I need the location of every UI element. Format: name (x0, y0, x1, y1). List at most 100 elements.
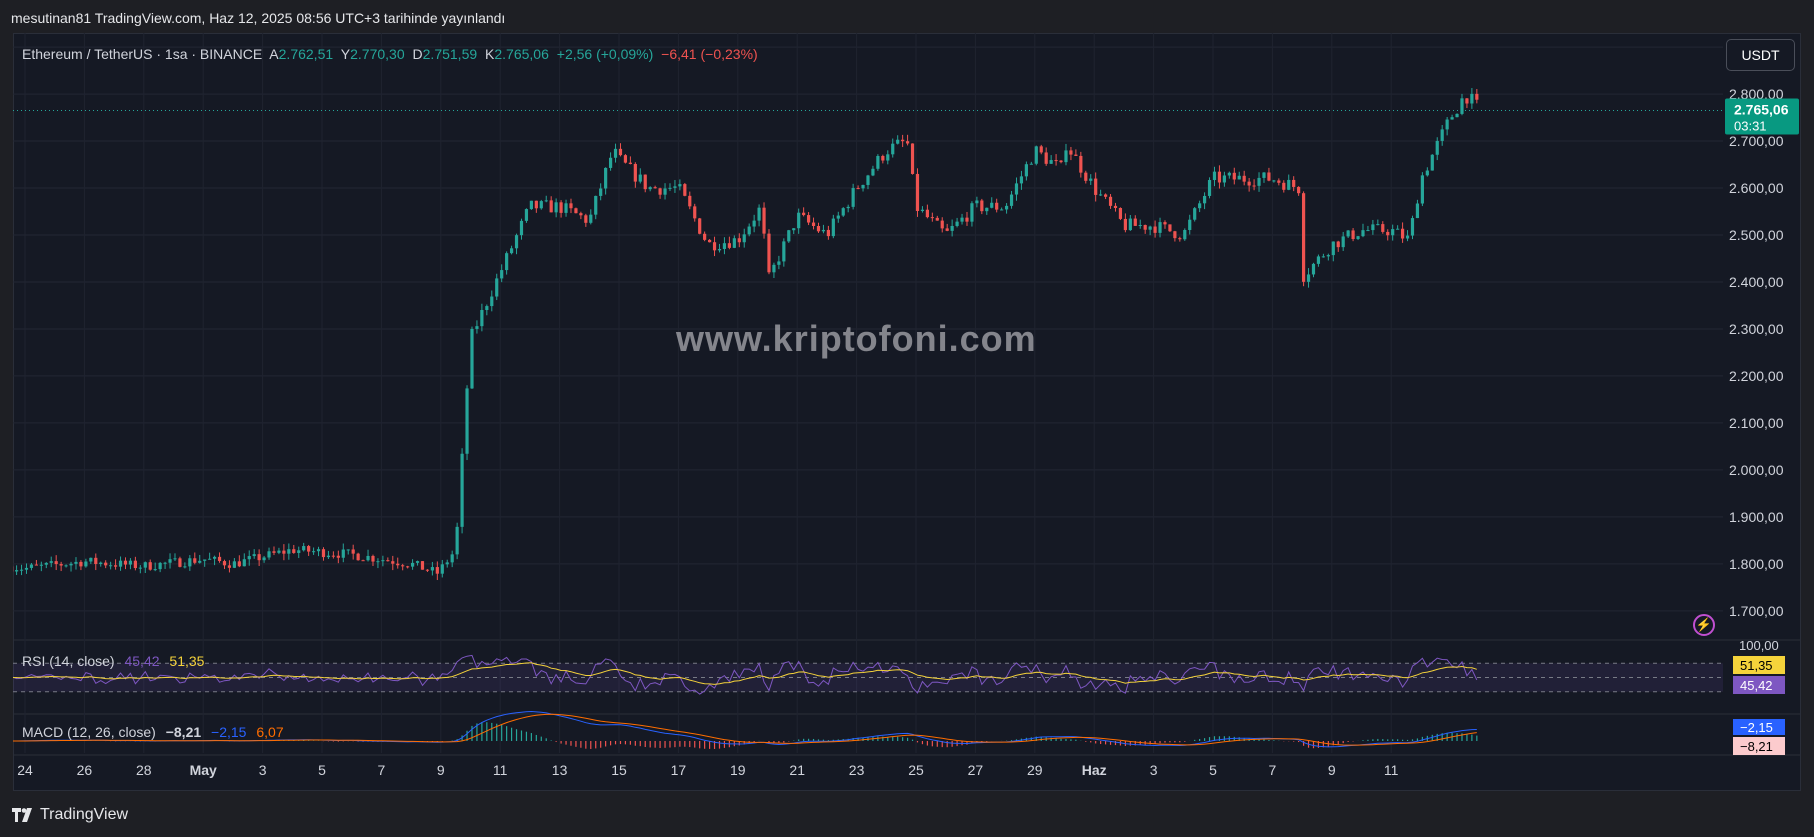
candle-body (480, 310, 484, 327)
candle-body (1133, 218, 1137, 226)
candle-body (534, 200, 538, 209)
candle-body (905, 141, 910, 144)
candle-body (955, 221, 959, 226)
candle-body (1079, 155, 1083, 173)
candle-body (371, 555, 375, 562)
macd-legend[interactable]: MACD (12, 26, close) −8,21 −2,15 6,07 (22, 724, 290, 740)
rsi-value: 45,42 (124, 653, 160, 669)
tradingview-logo[interactable]: TradingView (12, 806, 128, 824)
candle-body (797, 212, 801, 229)
x-tick-label: 11 (493, 762, 508, 778)
candle-body (806, 215, 811, 223)
y-tick-label: 2.200,00 (1729, 368, 1784, 384)
x-tick-label: 9 (437, 762, 445, 778)
candle-body (1460, 98, 1464, 114)
candle-body (1326, 255, 1330, 257)
candle-body (272, 551, 276, 553)
macd-title: MACD (12, 26, close) (22, 724, 156, 740)
x-tick-label: 27 (968, 762, 984, 778)
candle-body (1064, 150, 1068, 163)
candle-body (851, 188, 855, 207)
candle-body (445, 562, 449, 565)
candle-body (1118, 208, 1123, 219)
candle-body (401, 565, 405, 567)
candle-body (1000, 209, 1004, 211)
candle-body (143, 562, 147, 568)
macd-signal-tag-text: −2,15 (1740, 720, 1773, 735)
candle-body (1123, 218, 1127, 231)
candle-body (1143, 225, 1147, 230)
close-label: K (485, 46, 495, 62)
candle-body (336, 555, 340, 558)
symbol-title[interactable]: Ethereum / TetherUS · 1sa · BINANCE (22, 46, 262, 62)
lightning-icon[interactable]: ⚡ (1693, 614, 1715, 636)
y-tick-label: 1.700,00 (1729, 603, 1784, 619)
high-label: Y (340, 46, 351, 62)
candle-body (539, 201, 543, 209)
candle-body (1207, 180, 1212, 196)
candle-body (163, 562, 167, 564)
candle-body (509, 248, 514, 254)
candle-body (544, 200, 548, 202)
candle-body (831, 218, 835, 237)
candle-body (1282, 182, 1286, 190)
candle-body (193, 558, 197, 563)
candle-body (787, 230, 791, 242)
candle-body (1361, 230, 1365, 237)
candle-body (633, 163, 637, 182)
x-tick-label: 11 (1384, 762, 1399, 778)
candle-body (44, 562, 48, 565)
candle-body (396, 563, 400, 566)
x-tick-label: 19 (730, 762, 746, 778)
candle-body (529, 200, 533, 210)
candle-body (470, 328, 474, 389)
candle-body (717, 248, 722, 251)
candle-body (178, 558, 182, 567)
candle-body (69, 563, 73, 566)
y-tick-label: 1.900,00 (1729, 509, 1784, 525)
candle-body (1178, 238, 1182, 240)
candle-body (1247, 181, 1251, 186)
publish-line: mesutinan81 TradingView.com, Haz 12, 202… (11, 10, 506, 26)
candle-body (123, 560, 128, 565)
candle-body (1217, 171, 1222, 183)
candle-body (425, 569, 430, 571)
watermark: www.kriptofoni.com (676, 318, 1037, 359)
candle-body (618, 148, 623, 156)
candle-body (653, 187, 657, 189)
chart-svg[interactable]: 2.900,002.800,002.700,002.600,002.500,00… (13, 33, 1801, 791)
candle-body (727, 243, 731, 248)
candle-body (14, 570, 19, 572)
currency-button[interactable]: USDT (1726, 39, 1795, 71)
candle-body (1252, 185, 1256, 187)
rsi-tag-text: 45,42 (1740, 678, 1773, 693)
candle-body (341, 549, 345, 558)
candle-body (1153, 226, 1157, 233)
candle-body (79, 561, 83, 567)
rsi-legend[interactable]: RSI (14, close) 45,42 51,35 (22, 653, 210, 669)
candle-body (109, 565, 113, 567)
candle-body (84, 561, 88, 567)
candle-body (752, 220, 756, 227)
candle-body (168, 559, 172, 563)
x-tick-label: 3 (1150, 762, 1158, 778)
candle-body (970, 203, 974, 222)
candle-body (386, 560, 390, 562)
candle-body (1212, 171, 1217, 181)
candle-body (1054, 160, 1058, 162)
candle-body (1089, 178, 1093, 181)
candle-body (1311, 263, 1316, 275)
candle-body (1341, 236, 1345, 248)
candle-body (1044, 152, 1048, 164)
candle-body (158, 562, 162, 570)
candle-body (1094, 178, 1098, 195)
candle-body (1004, 205, 1009, 210)
candle-body (777, 261, 781, 265)
candle-body (742, 234, 746, 243)
candle-body (514, 235, 519, 249)
candle-body (698, 218, 702, 234)
rsi-ma-value: 51,35 (169, 653, 205, 669)
candle-body (1430, 154, 1434, 171)
candle-body (658, 188, 662, 195)
candle-body (1420, 175, 1424, 204)
